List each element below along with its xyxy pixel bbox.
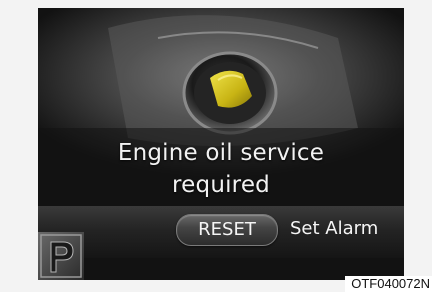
page: Engine oil service required RESET Set Al… (0, 0, 432, 292)
figure-code: OTF040072N (345, 276, 432, 292)
reset-button[interactable]: RESET (176, 214, 278, 246)
warning-message-line1: Engine oil service (117, 140, 325, 166)
warning-message-line2: required (172, 172, 270, 198)
set-alarm-button[interactable]: Set Alarm (290, 214, 378, 244)
parking-p-icon (38, 232, 84, 280)
cluster-display: Engine oil service required RESET Set Al… (38, 8, 404, 280)
